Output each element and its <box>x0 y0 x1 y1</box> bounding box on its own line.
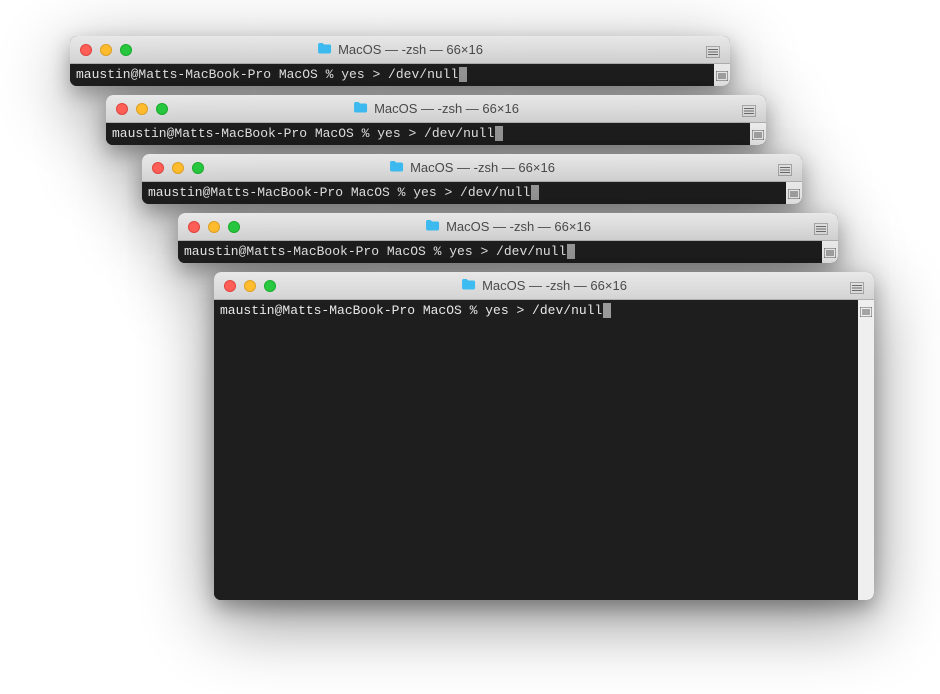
traffic-lights <box>188 221 240 233</box>
lines-icon <box>716 68 728 78</box>
folder-icon <box>389 160 404 175</box>
lines-icon <box>788 186 800 196</box>
scrollbar-strip[interactable] <box>750 123 766 145</box>
scrollbar-strip[interactable] <box>714 64 730 86</box>
window-title: MacOS — -zsh — 66×16 <box>338 42 483 57</box>
terminal-window-4[interactable]: MacOS — -zsh — 66×16 maustin@Matts-MacBo… <box>178 213 838 263</box>
lines-icon <box>814 221 828 232</box>
close-button[interactable] <box>188 221 200 233</box>
lines-icon <box>752 127 764 137</box>
maximize-button[interactable] <box>228 221 240 233</box>
prompt: maustin@Matts-MacBook-Pro MacOS % <box>148 185 413 200</box>
traffic-lights <box>152 162 204 174</box>
terminal-window-1[interactable]: MacOS — -zsh — 66×16 maustin@Matts-MacBo… <box>70 36 730 86</box>
titlebar[interactable]: MacOS — -zsh — 66×16 <box>106 95 766 123</box>
prompt: maustin@Matts-MacBook-Pro MacOS % <box>184 244 449 259</box>
prompt: maustin@Matts-MacBook-Pro MacOS % <box>220 303 485 318</box>
minimize-button[interactable] <box>244 280 256 292</box>
folder-icon <box>317 42 332 57</box>
folder-icon <box>353 101 368 116</box>
window-title-content: MacOS — -zsh — 66×16 <box>317 42 483 57</box>
prompt: maustin@Matts-MacBook-Pro MacOS % <box>76 67 341 82</box>
cursor <box>459 67 467 82</box>
command: yes > /dev/null <box>377 126 494 141</box>
cursor <box>603 303 611 318</box>
terminal-window-5[interactable]: MacOS — -zsh — 66×16 maustin@Matts-MacBo… <box>214 272 874 600</box>
minimize-button[interactable] <box>172 162 184 174</box>
maximize-button[interactable] <box>120 44 132 56</box>
lines-icon <box>778 162 792 173</box>
command: yes > /dev/null <box>485 303 602 318</box>
maximize-button[interactable] <box>264 280 276 292</box>
traffic-lights <box>224 280 276 292</box>
lines-icon <box>824 245 836 255</box>
titlebar[interactable]: MacOS — -zsh — 66×16 <box>214 272 874 300</box>
folder-icon <box>461 278 476 293</box>
terminal-body[interactable]: maustin@Matts-MacBook-Pro MacOS % yes > … <box>106 123 750 145</box>
window-title: MacOS — -zsh — 66×16 <box>482 278 627 293</box>
lines-icon <box>860 304 872 314</box>
minimize-button[interactable] <box>136 103 148 115</box>
cursor <box>567 244 575 259</box>
window-title: MacOS — -zsh — 66×16 <box>410 160 555 175</box>
traffic-lights <box>116 103 168 115</box>
window-title: MacOS — -zsh — 66×16 <box>374 101 519 116</box>
scrollbar-strip[interactable] <box>786 182 802 204</box>
window-title: MacOS — -zsh — 66×16 <box>446 219 591 234</box>
window-title-content: MacOS — -zsh — 66×16 <box>461 278 627 293</box>
prompt: maustin@Matts-MacBook-Pro MacOS % <box>112 126 377 141</box>
terminal-body[interactable]: maustin@Matts-MacBook-Pro MacOS % yes > … <box>214 300 858 600</box>
minimize-button[interactable] <box>208 221 220 233</box>
titlebar[interactable]: MacOS — -zsh — 66×16 <box>142 154 802 182</box>
cursor <box>531 185 539 200</box>
close-button[interactable] <box>80 44 92 56</box>
terminal-body[interactable]: maustin@Matts-MacBook-Pro MacOS % yes > … <box>178 241 822 263</box>
lines-icon <box>742 103 756 114</box>
titlebar[interactable]: MacOS — -zsh — 66×16 <box>178 213 838 241</box>
close-button[interactable] <box>152 162 164 174</box>
command: yes > /dev/null <box>413 185 530 200</box>
terminal-window-3[interactable]: MacOS — -zsh — 66×16 maustin@Matts-MacBo… <box>142 154 802 204</box>
folder-icon <box>425 219 440 234</box>
command: yes > /dev/null <box>449 244 566 259</box>
titlebar[interactable]: MacOS — -zsh — 66×16 <box>70 36 730 64</box>
lines-icon <box>850 280 864 291</box>
close-button[interactable] <box>224 280 236 292</box>
traffic-lights <box>80 44 132 56</box>
window-title-content: MacOS — -zsh — 66×16 <box>425 219 591 234</box>
close-button[interactable] <box>116 103 128 115</box>
window-title-content: MacOS — -zsh — 66×16 <box>353 101 519 116</box>
terminal-body[interactable]: maustin@Matts-MacBook-Pro MacOS % yes > … <box>70 64 714 86</box>
maximize-button[interactable] <box>156 103 168 115</box>
lines-icon <box>706 44 720 55</box>
terminal-body[interactable]: maustin@Matts-MacBook-Pro MacOS % yes > … <box>142 182 786 204</box>
maximize-button[interactable] <box>192 162 204 174</box>
minimize-button[interactable] <box>100 44 112 56</box>
scrollbar-strip[interactable] <box>858 300 874 600</box>
command: yes > /dev/null <box>341 67 458 82</box>
scrollbar-strip[interactable] <box>822 241 838 263</box>
terminal-window-2[interactable]: MacOS — -zsh — 66×16 maustin@Matts-MacBo… <box>106 95 766 145</box>
window-title-content: MacOS — -zsh — 66×16 <box>389 160 555 175</box>
cursor <box>495 126 503 141</box>
